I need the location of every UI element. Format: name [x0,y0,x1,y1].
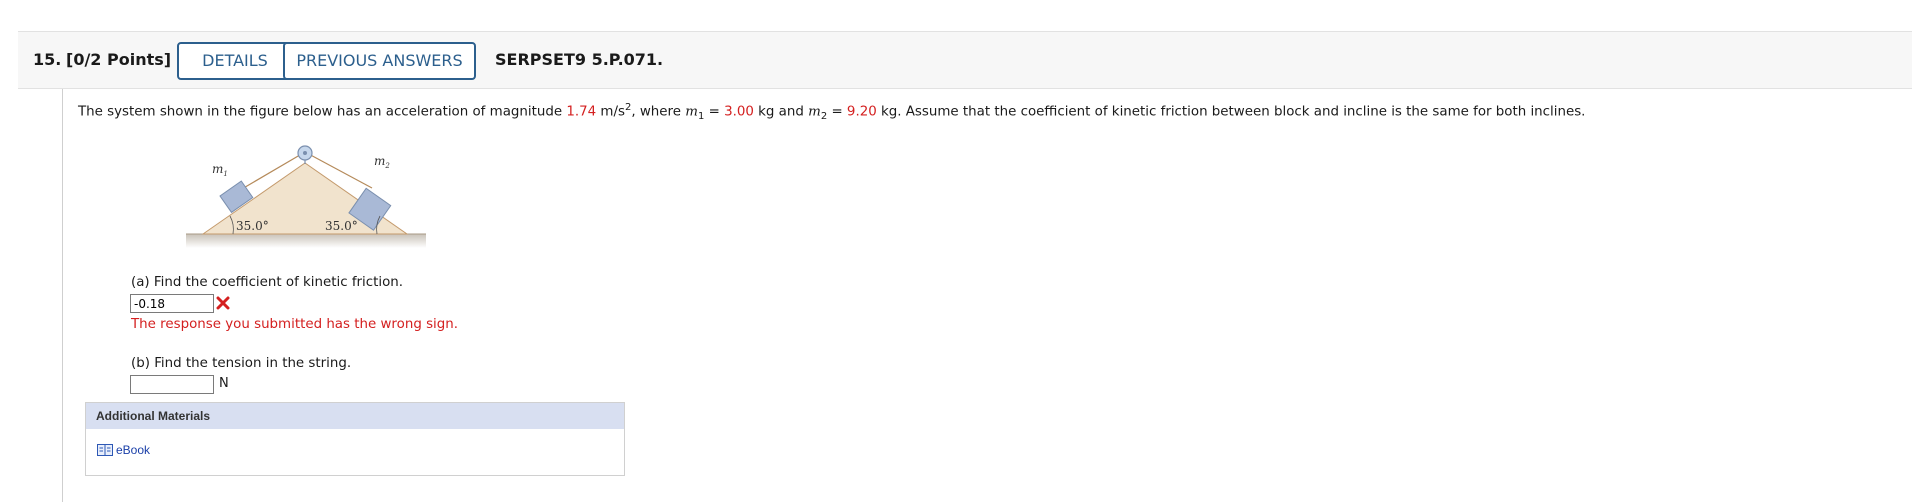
problem-code: SERPSET9 5.P.071. [495,50,664,69]
part-a-feedback: The response you submitted has the wrong… [131,317,459,332]
question-number: 15. [33,50,62,69]
part-b-answer-input[interactable] [130,375,214,394]
part-b-unit: N [219,376,229,391]
question-left-border [62,89,63,502]
part-a-answer-input[interactable] [130,294,214,313]
m2-value: 9.20 [846,104,877,120]
problem-statement: The system shown in the figure below has… [78,102,1586,123]
ebook-link[interactable]: eBook [97,443,150,459]
details-button[interactable]: DETAILS [177,42,293,80]
question-header: 15. [0/2 Points] DETAILS PREVIOUS ANSWER… [18,31,1912,89]
additional-materials-heading: Additional Materials [86,403,624,429]
m2-label: m2 [374,154,390,170]
book-icon [97,444,113,459]
additional-materials-panel: Additional Materials eBook [85,402,625,476]
part-a-question: (a) Find the coefficient of kinetic fric… [131,275,404,290]
question-points: [0/2 Points] [66,50,172,69]
m1-label: m1 [212,162,228,178]
ground-shadow [186,234,426,248]
previous-answers-button[interactable]: PREVIOUS ANSWERS [283,42,476,80]
acceleration-value: 1.74 [566,104,597,120]
angle-label-right: 35.0° [325,219,358,233]
m1-value: 3.00 [724,104,754,120]
part-b-question: (b) Find the tension in the string. [131,356,352,371]
incline-figure: m1 m2 35.0° 35.0° [180,138,440,256]
ebook-label: eBook [116,443,151,457]
pulley-axle [303,151,307,155]
incline-diagram: m1 m2 35.0° 35.0° [186,145,426,248]
incorrect-x-icon [216,295,230,314]
angle-label-left: 35.0° [236,219,269,233]
